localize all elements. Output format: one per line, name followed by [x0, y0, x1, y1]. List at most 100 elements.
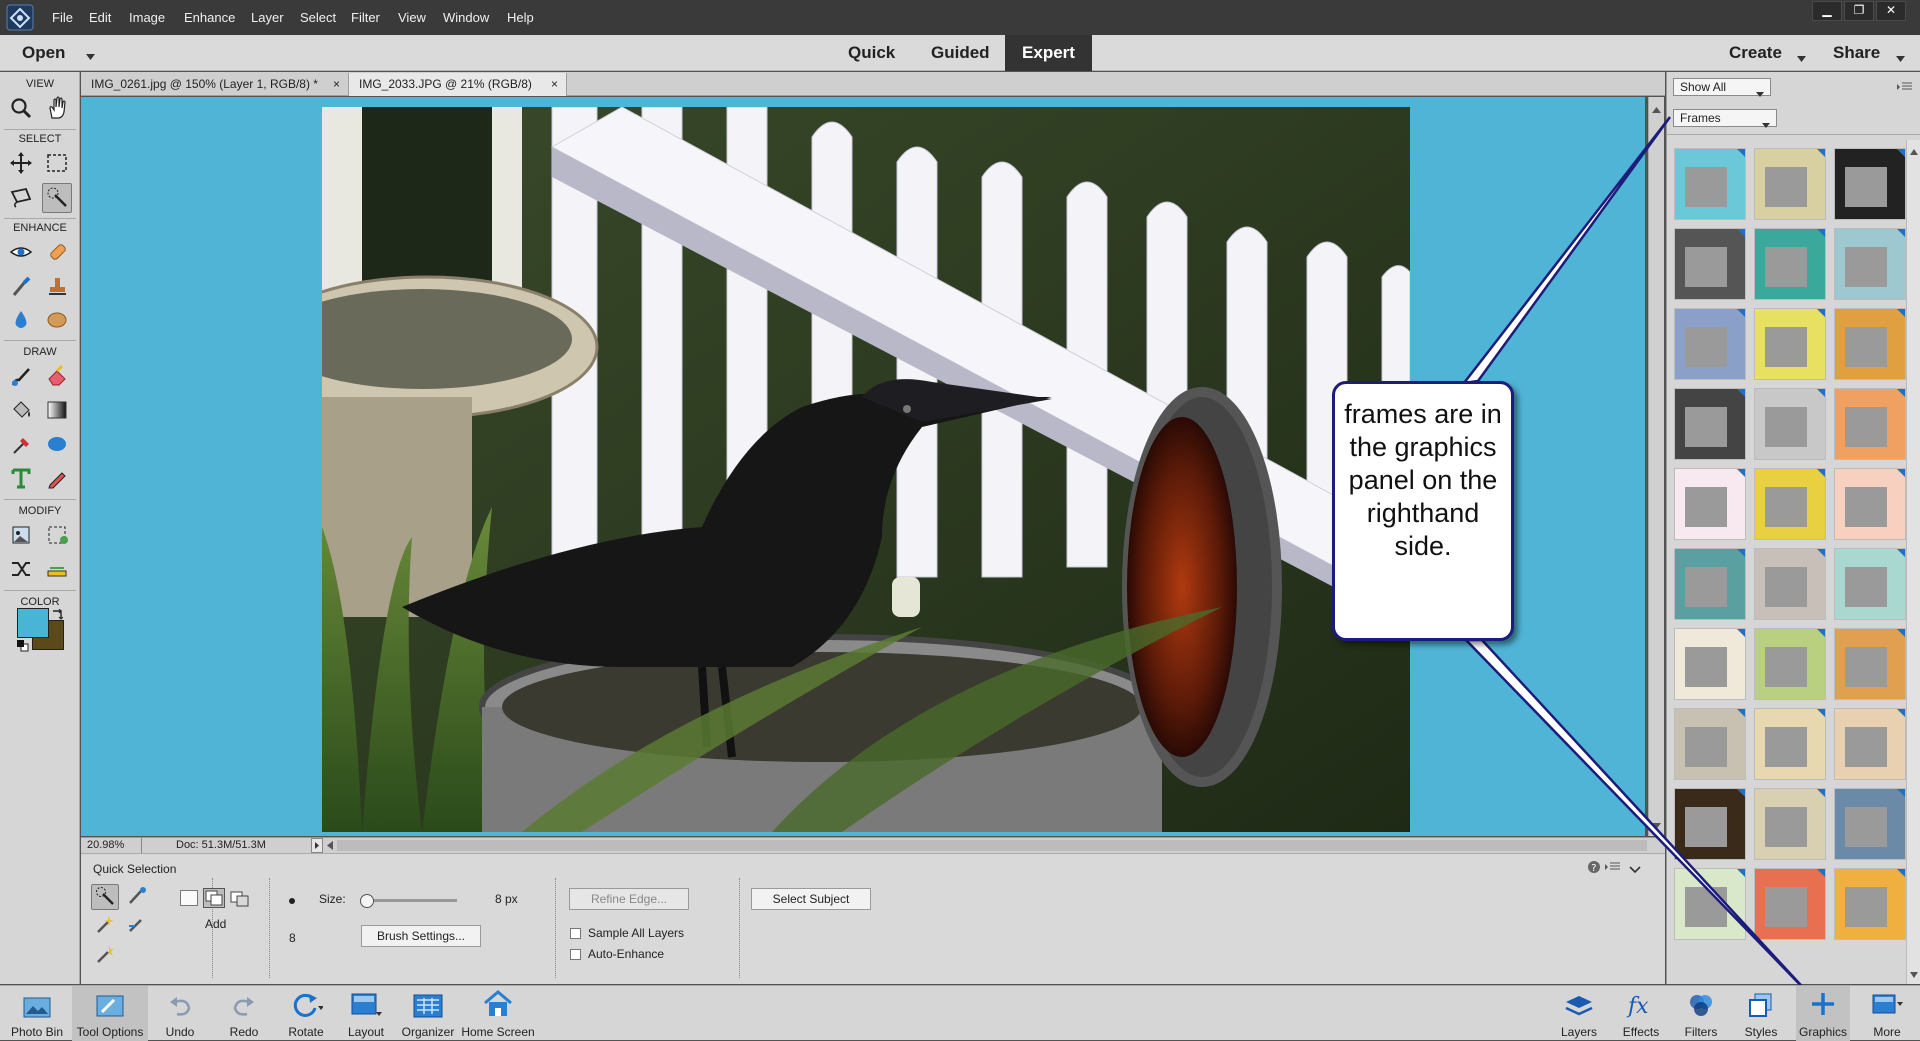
frame-thumbnail[interactable]: [1754, 788, 1826, 860]
clone-stamp-tool[interactable]: [42, 272, 72, 302]
pencil-tool[interactable]: [42, 464, 72, 494]
tab-img-2033[interactable]: IMG_2033.JPG @ 21% (RGB/8) ×: [349, 73, 567, 96]
canvas-horizontal-scrollbar[interactable]: [337, 840, 1647, 851]
layout-button[interactable]: Layout: [344, 986, 388, 1041]
share-dropdown-icon[interactable]: [1896, 50, 1905, 65]
styles-button[interactable]: Styles: [1738, 986, 1784, 1041]
menu-select[interactable]: Select: [300, 0, 336, 35]
close-button[interactable]: ✕: [1876, 1, 1906, 21]
tab-close-icon[interactable]: ×: [333, 73, 340, 96]
panel-menu-icon[interactable]: [1605, 860, 1621, 875]
smart-brush-tool[interactable]: [6, 272, 36, 302]
menu-view[interactable]: View: [398, 0, 426, 35]
rotate-button[interactable]: Rotate: [282, 986, 330, 1041]
tab-close-icon[interactable]: ×: [551, 73, 558, 96]
frame-thumbnail[interactable]: [1674, 788, 1746, 860]
effects-button[interactable]: fx Effects: [1618, 986, 1664, 1041]
selection-brush-option[interactable]: [123, 884, 151, 910]
help-icon[interactable]: ?: [1587, 860, 1601, 877]
scroll-down-icon[interactable]: [1910, 966, 1918, 981]
shape-tool[interactable]: [42, 430, 72, 460]
mode-expert-tab[interactable]: Expert: [1005, 35, 1092, 71]
share-button[interactable]: Share: [1833, 35, 1880, 71]
crop-tool[interactable]: [6, 521, 36, 551]
brush-tool[interactable]: [6, 362, 36, 392]
auto-selection-option[interactable]: [91, 942, 119, 968]
color-picker-tool[interactable]: [6, 430, 36, 460]
brush-settings-button[interactable]: Brush Settings...: [361, 925, 481, 947]
quick-selection-tool[interactable]: [42, 183, 72, 213]
lasso-tool[interactable]: [6, 183, 36, 213]
refine-edge-button[interactable]: Refine Edge...: [569, 888, 689, 910]
select-subject-button[interactable]: Select Subject: [751, 888, 871, 910]
menu-layer[interactable]: Layer: [251, 0, 284, 35]
filters-button[interactable]: Filters: [1678, 986, 1724, 1041]
new-selection-mode[interactable]: [180, 890, 198, 906]
gradient-tool[interactable]: [42, 396, 72, 426]
swap-colors-icon[interactable]: [51, 608, 64, 624]
marquee-tool[interactable]: [42, 149, 72, 179]
zoom-readout[interactable]: 20.98%: [87, 839, 124, 851]
menu-filter[interactable]: Filter: [351, 0, 380, 35]
frame-thumbnail[interactable]: [1754, 228, 1826, 300]
subtract-selection-mode[interactable]: [229, 890, 251, 908]
status-menu-arrow-icon[interactable]: [311, 838, 323, 853]
auto-enhance-checkbox[interactable]: [570, 949, 581, 960]
move-tool[interactable]: [6, 149, 36, 179]
panel-scrollbar[interactable]: [1906, 140, 1920, 984]
red-eye-tool[interactable]: [6, 238, 36, 268]
open-button[interactable]: Open: [22, 35, 65, 71]
scroll-up-icon[interactable]: [1910, 143, 1918, 158]
frame-thumbnail[interactable]: [1754, 548, 1826, 620]
organizer-button[interactable]: Organizer: [400, 986, 456, 1041]
more-button[interactable]: More: [1862, 986, 1912, 1041]
menu-edit[interactable]: Edit: [89, 0, 111, 35]
add-selection-mode[interactable]: [203, 888, 225, 908]
eraser-tool[interactable]: [42, 362, 72, 392]
straighten-tool[interactable]: [42, 555, 72, 585]
frame-thumbnail[interactable]: [1674, 148, 1746, 220]
foreground-color-swatch[interactable]: [17, 608, 49, 638]
menu-image[interactable]: Image: [129, 0, 165, 35]
frame-thumbnail[interactable]: [1834, 228, 1906, 300]
show-all-dropdown[interactable]: Show All: [1673, 78, 1771, 97]
menu-enhance[interactable]: Enhance: [184, 0, 235, 35]
scroll-up-icon[interactable]: [1652, 101, 1661, 116]
scroll-down-icon[interactable]: [1652, 817, 1661, 832]
restore-button[interactable]: ❐: [1844, 1, 1874, 21]
mode-quick[interactable]: Quick: [848, 35, 895, 71]
frames-dropdown[interactable]: Frames: [1673, 109, 1777, 128]
refine-selection-brush-option[interactable]: [123, 912, 151, 938]
collapse-chevron-icon[interactable]: [1629, 862, 1641, 877]
frame-thumbnail[interactable]: [1834, 548, 1906, 620]
create-dropdown-icon[interactable]: [1797, 50, 1806, 65]
quick-selection-option[interactable]: [91, 884, 119, 910]
frame-thumbnail[interactable]: [1834, 868, 1906, 940]
default-colors-icon[interactable]: [17, 640, 29, 655]
canvas-vertical-scrollbar[interactable]: [1648, 97, 1664, 836]
mode-guided[interactable]: Guided: [931, 35, 990, 71]
recompose-tool[interactable]: [42, 521, 72, 551]
undo-button[interactable]: Undo: [160, 986, 200, 1041]
frame-thumbnail[interactable]: [1754, 868, 1826, 940]
redo-button[interactable]: Redo: [224, 986, 264, 1041]
type-tool[interactable]: [6, 464, 36, 494]
menu-window[interactable]: Window: [443, 0, 489, 35]
frame-thumbnail[interactable]: [1674, 228, 1746, 300]
frame-thumbnail[interactable]: [1674, 708, 1746, 780]
photo-bin-button[interactable]: Photo Bin: [4, 986, 70, 1041]
menu-file[interactable]: File: [52, 0, 73, 35]
sample-all-layers-checkbox[interactable]: [570, 928, 581, 939]
frame-thumbnail[interactable]: [1834, 148, 1906, 220]
hand-tool[interactable]: [42, 94, 72, 124]
home-screen-button[interactable]: Home Screen: [458, 986, 538, 1041]
frame-thumbnail[interactable]: [1834, 388, 1906, 460]
paint-bucket-tool[interactable]: [6, 396, 36, 426]
frame-thumbnail[interactable]: [1754, 708, 1826, 780]
size-slider[interactable]: [359, 894, 457, 908]
hscroll-left-icon[interactable]: [327, 841, 333, 853]
frame-thumbnail[interactable]: [1674, 388, 1746, 460]
frame-thumbnail[interactable]: [1754, 628, 1826, 700]
create-button[interactable]: Create: [1729, 35, 1782, 71]
frame-thumbnail[interactable]: [1674, 548, 1746, 620]
